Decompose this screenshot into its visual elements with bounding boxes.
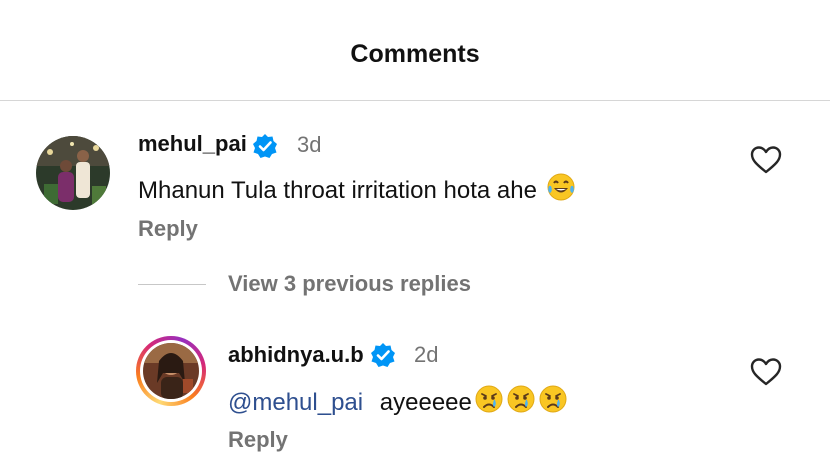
comments-header: Comments: [0, 0, 830, 101]
crying-face-emoji-icon: [538, 384, 568, 421]
view-previous-replies-button[interactable]: View 3 previous replies: [228, 271, 471, 297]
page-title: Comments: [350, 40, 480, 68]
reply-username[interactable]: abhidnya.u.b: [228, 342, 364, 368]
avatar: [143, 343, 199, 399]
verified-badge-icon: [253, 134, 277, 158]
avatar-story-ring[interactable]: [136, 336, 206, 406]
crying-face-emoji-icon: [506, 384, 536, 421]
comment-text: Mhanun Tula throat irritation hota ahe: [138, 172, 576, 209]
reply-timestamp: 2d: [414, 342, 439, 367]
avatar[interactable]: [36, 136, 110, 210]
reply-button[interactable]: Reply: [138, 216, 198, 242]
verified-badge-icon: [371, 343, 395, 367]
comment-body: Mhanun Tula throat irritation hota ahe: [138, 177, 537, 204]
comment-timestamp: 3d: [297, 132, 322, 157]
reply-body: ayeeeee: [379, 389, 472, 416]
crying-face-emojis: [472, 385, 568, 416]
laughing-tears-emoji-icon: [546, 172, 576, 209]
replies-divider-line: [138, 284, 206, 285]
heart-icon[interactable]: [750, 357, 782, 387]
crying-face-emoji-icon: [474, 384, 504, 421]
heart-icon[interactable]: [750, 145, 782, 175]
reply-button[interactable]: Reply: [228, 427, 288, 453]
comment-username[interactable]: mehul_pai: [138, 131, 247, 157]
mention-link[interactable]: @mehul_pai: [228, 389, 363, 416]
reply-text: @mehul_pai ayeeeee: [228, 384, 568, 421]
